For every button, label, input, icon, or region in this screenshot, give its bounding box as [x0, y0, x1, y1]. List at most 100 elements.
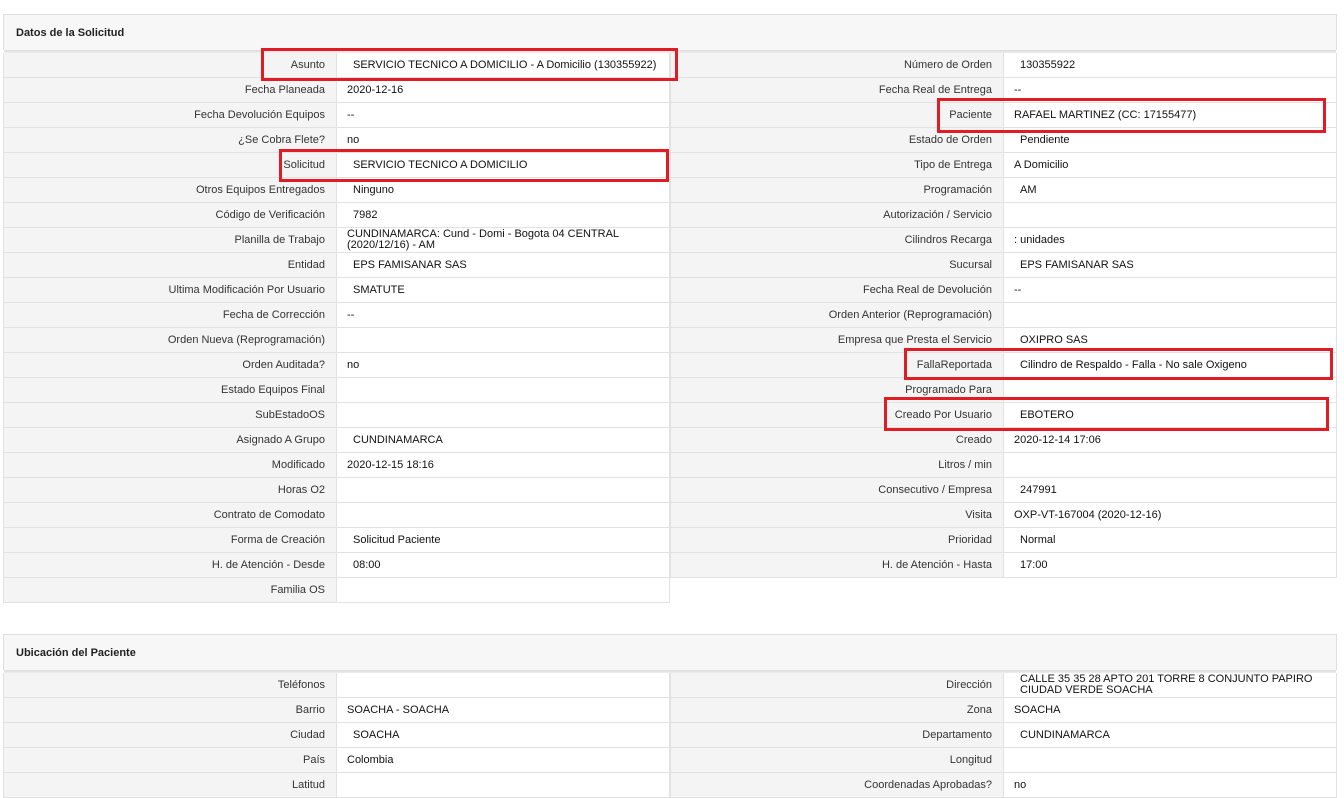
field-value-fecha-real-de-devolucion: --: [1004, 278, 1337, 303]
field-value-codigo-de-verificacion: 7982: [337, 203, 670, 228]
field-label-entidad: Entidad: [3, 253, 337, 278]
field-value-fecha-real-de-entrega: --: [1004, 78, 1337, 103]
field-label-codigo-de-verificacion: Código de Verificación: [3, 203, 337, 228]
field-value-forma-de-creacion: Solicitud Paciente: [337, 528, 670, 553]
field-label-cilindros-recarga: Cilindros Recarga: [670, 228, 1004, 253]
field-value-programado-para: [1004, 378, 1337, 403]
field-value-pais: Colombia: [337, 748, 670, 773]
field-value-paciente: RAFAEL MARTINEZ (CC: 17155477): [1004, 103, 1337, 128]
field-label-fecha-devolucion-equipos: Fecha Devolución Equipos: [3, 103, 337, 128]
field-label-sucursal: Sucursal: [670, 253, 1004, 278]
field-value-consecutivo-empresa: 247991: [1004, 478, 1337, 503]
field-value-estado-de-orden: Pendiente: [1004, 128, 1337, 153]
field-value-asignado-a-grupo: CUNDINAMARCA: [337, 428, 670, 453]
field-label-fecha-de-correccion: Fecha de Corrección: [3, 303, 337, 328]
field-value-ultima-modificacion-por-usuario: SMATUTE: [337, 278, 670, 303]
field-label-contrato-de-comodato: Contrato de Comodato: [3, 503, 337, 528]
solicitud-grid: Asunto SERVICIO TECNICO A DOMICILIO - A D…: [3, 53, 1337, 603]
field-value-entidad: EPS FAMISANAR SAS: [337, 253, 670, 278]
field-label-paciente: Paciente: [670, 103, 1004, 128]
field-label-h-de-atencion-hasta: H. de Atención - Hasta: [670, 553, 1004, 578]
field-value-horas-o2: [337, 478, 670, 503]
field-value-visita: OXP-VT-167004 (2020-12-16): [1004, 503, 1337, 528]
field-label-longitud: Longitud: [670, 748, 1004, 773]
field-label-telefonos: Teléfonos: [3, 673, 337, 698]
field-label-creado-por-usuario: Creado Por Usuario: [670, 403, 1004, 428]
field-value-zona: SOACHA: [1004, 698, 1337, 723]
field-label-empresa-que-presta-el-servicio: Empresa que Presta el Servicio: [670, 328, 1004, 353]
field-label-familia-os: Familia OS: [3, 578, 337, 603]
field-label-asignado-a-grupo: Asignado A Grupo: [3, 428, 337, 453]
field-label-h-de-atencion-desde: H. de Atención - Desde: [3, 553, 337, 578]
field-label-latitud: Latitud: [3, 773, 337, 798]
field-label-direccion: Dirección: [670, 673, 1004, 698]
field-label-subestadoos: SubEstadoOS: [3, 403, 337, 428]
field-label-planilla-de-trabajo: Planilla de Trabajo: [3, 228, 337, 253]
field-value-coordenadas-aprobadas: no: [1004, 773, 1337, 798]
field-label-fecha-real-de-devolucion: Fecha Real de Devolución: [670, 278, 1004, 303]
field-value-h-de-atencion-hasta: 17:00: [1004, 553, 1337, 578]
field-label-estado-equipos-final: Estado Equipos Final: [3, 378, 337, 403]
field-value-direccion: CALLE 35 35 28 APTO 201 TORRE 8 CONJUNTO…: [1004, 673, 1337, 698]
field-label-fecha-real-de-entrega: Fecha Real de Entrega: [670, 78, 1004, 103]
field-label-modificado: Modificado: [3, 453, 337, 478]
field-label-prioridad: Prioridad: [670, 528, 1004, 553]
field-label-horas-o2: Horas O2: [3, 478, 337, 503]
field-value-barrio: SOACHA - SOACHA: [337, 698, 670, 723]
field-value-litros-min: [1004, 453, 1337, 478]
field-label-tipo-de-entrega: Tipo de Entrega: [670, 153, 1004, 178]
field-value-modificado: 2020-12-15 18:16: [337, 453, 670, 478]
field-value-departamento: CUNDINAMARCA: [1004, 723, 1337, 748]
field-label-autorizacion-servicio: Autorización / Servicio: [670, 203, 1004, 228]
field-value-programacion: AM: [1004, 178, 1337, 203]
field-label-fecha-planeada: Fecha Planeada: [3, 78, 337, 103]
ubicacion-paciente-section: Ubicación del Paciente Teléfonos Direcció…: [3, 634, 1337, 798]
field-value-contrato-de-comodato: [337, 503, 670, 528]
field-value-orden-anterior-reprogramacion: [1004, 303, 1337, 328]
field-label-se-cobra-flete: ¿Se Cobra Flete?: [3, 128, 337, 153]
field-label-fallareportada: FallaReportada: [670, 353, 1004, 378]
field-value-otros-equipos-entregados: Ninguno: [337, 178, 670, 203]
field-value-planilla-de-trabajo: CUNDINAMARCA: Cund - Domi - Bogota 04 CE…: [337, 228, 670, 253]
field-label-ciudad: Ciudad: [3, 723, 337, 748]
field-label-forma-de-creacion: Forma de Creación: [3, 528, 337, 553]
section-title: Ubicación del Paciente: [3, 634, 1337, 673]
field-value-orden-auditada: no: [337, 353, 670, 378]
field-value-numero-de-orden: 130355922: [1004, 53, 1337, 78]
field-label-litros-min: Litros / min: [670, 453, 1004, 478]
field-value-sucursal: EPS FAMISANAR SAS: [1004, 253, 1337, 278]
datos-solicitud-section: Datos de la Solicitud Asunto SERVICIO TEC…: [3, 14, 1337, 603]
field-value-creado-por-usuario: EBOTERO: [1004, 403, 1337, 428]
field-value-solicitud: SERVICIO TECNICO A DOMICILIO: [337, 153, 670, 178]
field-label-orden-anterior-reprogramacion: Orden Anterior (Reprogramación): [670, 303, 1004, 328]
field-value-empresa-que-presta-el-servicio: OXIPRO SAS: [1004, 328, 1337, 353]
field-label-otros-equipos-entregados: Otros Equipos Entregados: [3, 178, 337, 203]
field-label-zona: Zona: [670, 698, 1004, 723]
field-value-prioridad: Normal: [1004, 528, 1337, 553]
field-value-ciudad: SOACHA: [337, 723, 670, 748]
field-label-solicitud: Solicitud: [3, 153, 337, 178]
field-label-visita: Visita: [670, 503, 1004, 528]
field-label-asunto: Asunto: [3, 53, 337, 78]
field-value-latitud: [337, 773, 670, 798]
field-value-subestadoos: [337, 403, 670, 428]
ubicacion-grid: Teléfonos Dirección CALLE 35 35 28 APTO 20…: [3, 673, 1337, 798]
field-value-fecha-planeada: 2020-12-16: [337, 78, 670, 103]
field-label-programado-para: Programado Para: [670, 378, 1004, 403]
field-value-se-cobra-flete: no: [337, 128, 670, 153]
field-value-longitud: [1004, 748, 1337, 773]
field-value-fecha-devolucion-equipos: --: [337, 103, 670, 128]
field-label-orden-auditada: Orden Auditada?: [3, 353, 337, 378]
field-label-departamento: Departamento: [670, 723, 1004, 748]
field-label-estado-de-orden: Estado de Orden: [670, 128, 1004, 153]
field-value-familia-os: [337, 578, 670, 603]
field-value-fallareportada: Cilindro de Respaldo - Falla - No sale O…: [1004, 353, 1337, 378]
field-value-cilindros-recarga: : unidades: [1004, 228, 1337, 253]
field-value-fecha-de-correccion: --: [337, 303, 670, 328]
field-value-asunto: SERVICIO TECNICO A DOMICILIO - A Domicil…: [337, 53, 670, 78]
field-value-estado-equipos-final: [337, 378, 670, 403]
field-label-ultima-modificacion-por-usuario: Ultima Modificación Por Usuario: [3, 278, 337, 303]
field-label-creado: Creado: [670, 428, 1004, 453]
field-label-pais: País: [3, 748, 337, 773]
field-value-telefonos: [337, 673, 670, 698]
